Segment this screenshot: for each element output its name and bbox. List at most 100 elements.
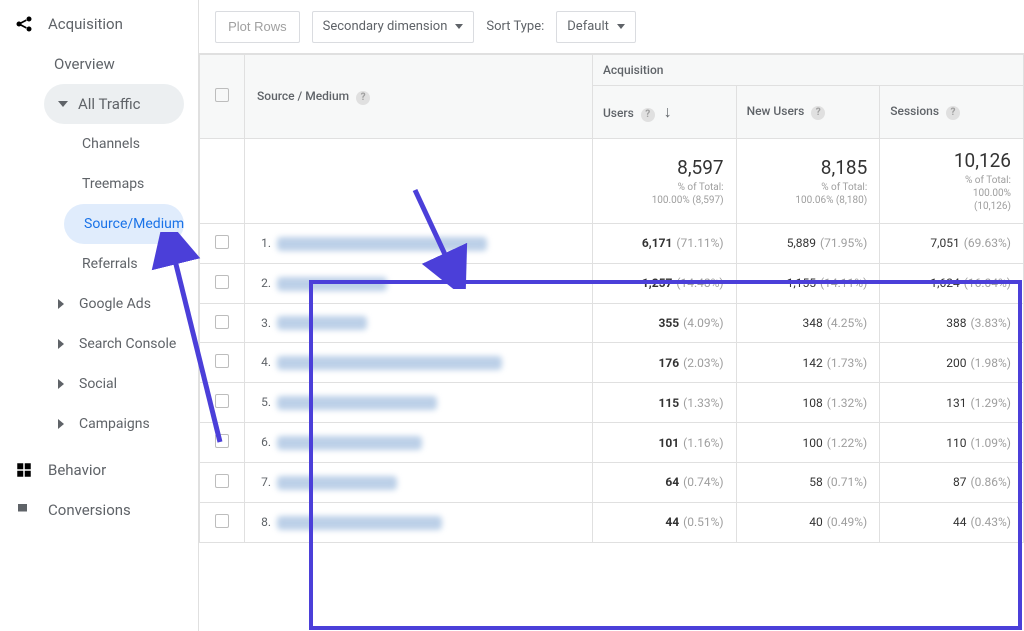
- expand-down-icon: [58, 101, 68, 107]
- total-new-users: 8,185 % of Total: 100.06% (8,180): [736, 139, 880, 224]
- nav-behavior[interactable]: Behavior: [0, 450, 198, 490]
- checkbox-icon[interactable]: [215, 434, 229, 448]
- checkbox-icon[interactable]: [215, 275, 229, 289]
- secondary-dimension-dropdown[interactable]: Secondary dimension: [312, 11, 475, 43]
- table-row: 6.101(1.16%)100(1.22%)110(1.09%): [200, 423, 1024, 463]
- row-sessions: 87(0.86%): [880, 462, 1024, 502]
- col-new-users-label: New Users: [747, 104, 805, 118]
- table-row: 2.1,257(14.48%)1,155(14.11%)1,624(16.04%…: [200, 263, 1024, 303]
- caret-down-icon: [617, 24, 625, 29]
- help-icon[interactable]: ?: [356, 91, 370, 105]
- total-new-users-sub: % of Total: 100.06% (8,180): [749, 181, 868, 207]
- sort-type-label: Sort Type:: [486, 19, 544, 34]
- report-table: Source / Medium ? Acquisition Users ? ↓: [199, 54, 1024, 543]
- row-new-users: 5,889(71.95%): [736, 224, 880, 264]
- nav-overview[interactable]: Overview: [0, 44, 198, 84]
- row-index: 7.: [255, 475, 271, 489]
- nav-search-console[interactable]: Search Console: [0, 324, 198, 364]
- col-sessions-label: Sessions: [890, 104, 939, 118]
- checkbox-icon[interactable]: [215, 88, 229, 102]
- row-dimension[interactable]: 1.: [245, 224, 593, 264]
- expand-right-icon: [58, 419, 69, 429]
- row-index: 4.: [255, 355, 271, 369]
- row-index: 6.: [255, 435, 271, 449]
- nav-google-ads[interactable]: Google Ads: [0, 284, 198, 324]
- row-checkbox-cell[interactable]: [200, 224, 245, 264]
- redacted-source: [277, 356, 502, 370]
- nav-all-traffic[interactable]: All Traffic: [44, 84, 184, 124]
- row-checkbox-cell[interactable]: [200, 423, 245, 463]
- row-checkbox-cell[interactable]: [200, 462, 245, 502]
- row-checkbox-cell[interactable]: [200, 502, 245, 542]
- row-new-users: 108(1.32%): [736, 383, 880, 423]
- row-users: 64(0.74%): [592, 462, 736, 502]
- row-dimension[interactable]: 2.: [245, 263, 593, 303]
- row-checkbox-cell[interactable]: [200, 303, 245, 343]
- nav-source-medium-label: Source/Medium: [84, 216, 184, 232]
- totals-row: 8,597 % of Total: 100.00% (8,597) 8,185 …: [200, 139, 1024, 224]
- redacted-source: [277, 516, 442, 530]
- total-users-sub: % of Total: 100.00% (8,597): [605, 181, 724, 207]
- expand-right-icon: [58, 379, 69, 389]
- nav-acquisition[interactable]: Acquisition: [0, 4, 198, 44]
- row-dimension[interactable]: 8.: [245, 502, 593, 542]
- plot-rows-button[interactable]: Plot Rows: [215, 11, 300, 43]
- acquisition-icon: [0, 14, 48, 34]
- select-all-cell[interactable]: [200, 55, 245, 139]
- nav-google-ads-label: Google Ads: [79, 296, 151, 312]
- dimension-header[interactable]: Source / Medium ?: [245, 55, 593, 139]
- row-new-users: 348(4.25%): [736, 303, 880, 343]
- help-icon[interactable]: ?: [641, 108, 655, 122]
- checkbox-icon[interactable]: [215, 315, 229, 329]
- row-checkbox-cell[interactable]: [200, 263, 245, 303]
- table-row: 1.6,171(71.11%)5,889(71.95%)7,051(69.63%…: [200, 224, 1024, 264]
- nav-conversions[interactable]: Conversions: [0, 490, 198, 530]
- nav-all-traffic-label: All Traffic: [78, 95, 141, 113]
- row-dimension[interactable]: 6.: [245, 423, 593, 463]
- col-new-users[interactable]: New Users ?: [736, 86, 880, 139]
- row-dimension[interactable]: 5.: [245, 383, 593, 423]
- row-users: 101(1.16%): [592, 423, 736, 463]
- redacted-source: [277, 277, 387, 291]
- nav-source-medium[interactable]: Source/Medium: [64, 204, 184, 244]
- checkbox-icon[interactable]: [215, 394, 229, 408]
- help-icon[interactable]: ?: [811, 106, 825, 120]
- total-sessions-sub: % of Total: 100.00% (10,126): [892, 174, 1011, 213]
- sort-type-dropdown[interactable]: Default: [556, 11, 636, 43]
- nav-referrals-label: Referrals: [82, 256, 138, 272]
- nav-campaigns-label: Campaigns: [79, 416, 150, 432]
- nav-social-label: Social: [79, 376, 117, 392]
- table-row: 8.44(0.51%)40(0.49%)44(0.43%): [200, 502, 1024, 542]
- dimension-header-label: Source / Medium: [257, 89, 349, 103]
- row-dimension[interactable]: 7.: [245, 462, 593, 502]
- col-users[interactable]: Users ? ↓: [592, 86, 736, 139]
- checkbox-icon[interactable]: [215, 235, 229, 249]
- row-dimension[interactable]: 4.: [245, 343, 593, 383]
- nav-treemaps[interactable]: Treemaps: [0, 164, 198, 204]
- checkbox-icon[interactable]: [215, 354, 229, 368]
- row-new-users: 58(0.71%): [736, 462, 880, 502]
- row-users: 355(4.09%): [592, 303, 736, 343]
- checkbox-icon[interactable]: [215, 514, 229, 528]
- nav-channels[interactable]: Channels: [0, 124, 198, 164]
- row-users: 176(2.03%): [592, 343, 736, 383]
- total-sessions: 10,126 % of Total: 100.00% (10,126): [880, 139, 1024, 224]
- row-sessions: 200(1.98%): [880, 343, 1024, 383]
- nav-social[interactable]: Social: [0, 364, 198, 404]
- help-icon[interactable]: ?: [946, 106, 960, 120]
- col-sessions[interactable]: Sessions ?: [880, 86, 1024, 139]
- nav-campaigns[interactable]: Campaigns: [0, 404, 198, 444]
- nav-referrals[interactable]: Referrals: [0, 244, 198, 284]
- redacted-source: [277, 436, 422, 450]
- row-dimension[interactable]: 3.: [245, 303, 593, 343]
- checkbox-icon[interactable]: [215, 474, 229, 488]
- row-checkbox-cell[interactable]: [200, 383, 245, 423]
- row-index: 2.: [255, 276, 271, 290]
- table-row: 7. 64(0.74%)58(0.71%)87(0.86%): [200, 462, 1024, 502]
- behavior-icon: [0, 461, 48, 479]
- row-index: 1.: [255, 236, 271, 250]
- redacted-source: [277, 476, 397, 490]
- row-checkbox-cell[interactable]: [200, 343, 245, 383]
- nav-search-console-label: Search Console: [79, 336, 176, 352]
- row-index: 8.: [255, 515, 271, 529]
